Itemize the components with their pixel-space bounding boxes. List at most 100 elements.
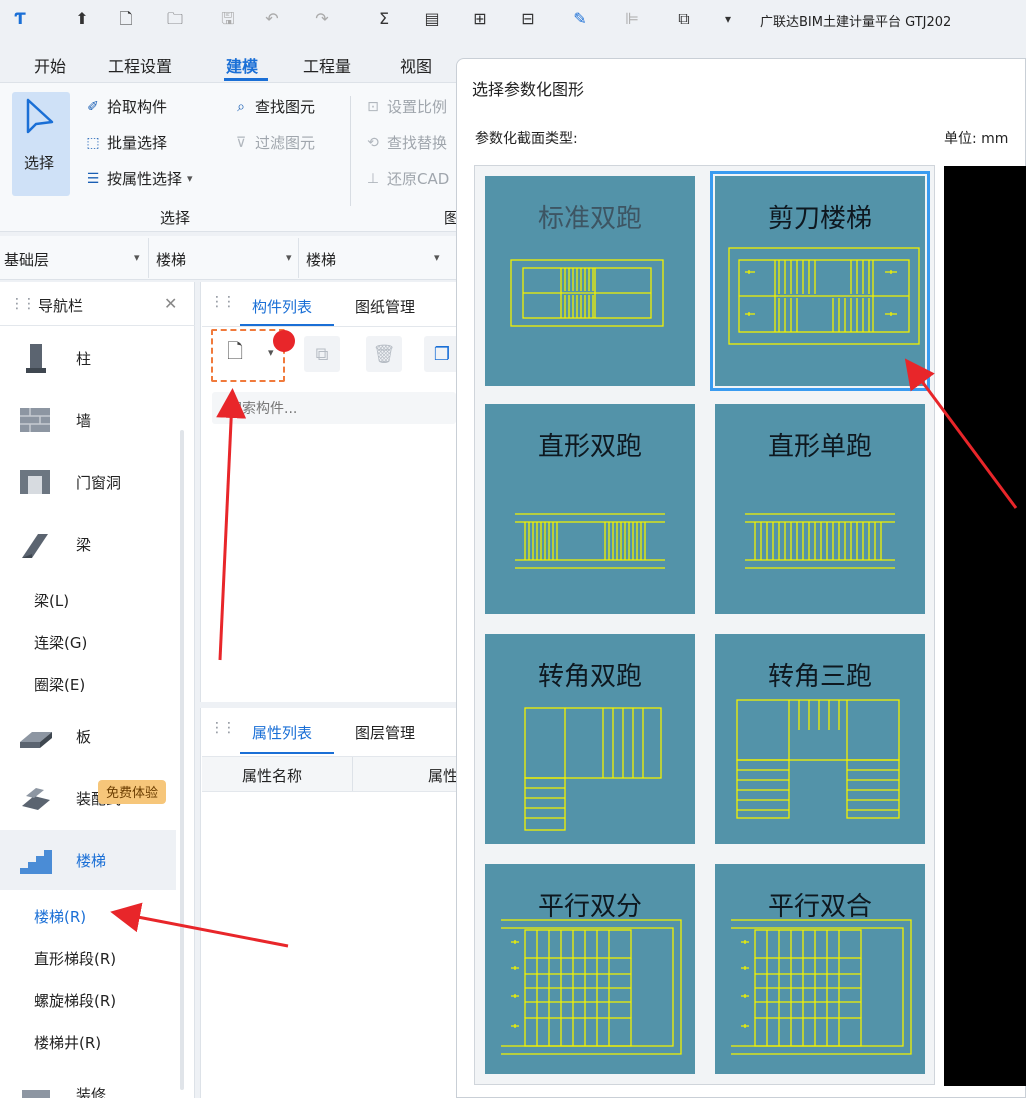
nav-scrollbar[interactable] bbox=[180, 430, 184, 1090]
open-folder-icon[interactable]: 🗀 bbox=[165, 9, 185, 29]
shape-card-straight-double[interactable]: 直形双跑 bbox=[485, 404, 695, 614]
delete-icon[interactable]: 🗑 bbox=[366, 336, 402, 372]
title-bar: Ƭ ⬆ 🗋 🗀 🖫 ↶ ↷ Σ ▤ ⊞ ⊟ ✎ ⊫ ⧉ ▾ 广联达BIM土建计量… bbox=[0, 0, 1026, 40]
table-icon[interactable]: ⊞ bbox=[470, 9, 490, 29]
pick-component-button[interactable]: ✐ 拾取构件 bbox=[84, 96, 167, 117]
nav-sub-stair-well[interactable]: 楼梯井(R) bbox=[34, 1032, 101, 1053]
shape-label: 直形单跑 bbox=[767, 432, 872, 462]
menu-modeling[interactable]: 建模 bbox=[226, 53, 258, 77]
shape-card-parallel-merge[interactable]: 平行双合 bbox=[715, 864, 925, 1074]
chevron-down-icon[interactable]: ▾ bbox=[286, 251, 292, 264]
save-icon[interactable]: 🖫 bbox=[218, 9, 238, 29]
nav-item-door-window[interactable]: 门窗洞 bbox=[0, 452, 176, 512]
layer-toolbar bbox=[0, 236, 460, 280]
active-tab-indicator bbox=[224, 78, 268, 81]
select-button-label: 选择 bbox=[24, 154, 55, 172]
batch-select-button[interactable]: ⬚ 批量选择 bbox=[84, 132, 167, 153]
find-replace-button[interactable]: ⟲ 查找替换 bbox=[364, 132, 447, 153]
column-header-name: 属性名称 bbox=[242, 767, 303, 785]
grid-search-icon[interactable]: ⊟ bbox=[518, 9, 538, 29]
drag-handle-icon[interactable]: ⋮⋮ bbox=[210, 294, 236, 310]
chevron-down-icon[interactable]: ▾ bbox=[434, 251, 440, 264]
close-icon[interactable]: ✕ bbox=[164, 294, 177, 313]
column-icon bbox=[26, 344, 46, 373]
prefab-icon bbox=[22, 788, 50, 810]
redo-icon[interactable]: ↷ bbox=[312, 9, 332, 29]
find-icon: ⌕ bbox=[237, 98, 245, 115]
tab-layer-management[interactable]: 图层管理 bbox=[355, 722, 415, 743]
ribbon-separator bbox=[350, 96, 351, 206]
shape-card-parallel-split[interactable]: 平行双分 bbox=[485, 864, 695, 1074]
navigation-title: 导航栏 bbox=[38, 297, 84, 315]
select-button[interactable] bbox=[12, 92, 70, 196]
nav-item-beam[interactable]: 梁 bbox=[0, 514, 176, 574]
shape-card-corner-triple[interactable]: 转角三跑 bbox=[715, 634, 925, 844]
stair-icon bbox=[20, 850, 52, 874]
chevron-down-icon[interactable]: ▾ bbox=[134, 251, 140, 264]
wall-icon bbox=[20, 408, 50, 432]
menu-project-settings[interactable]: 工程设置 bbox=[108, 53, 172, 77]
find-element-button[interactable]: ⌕ 查找图元 bbox=[232, 96, 315, 117]
tab-component-list[interactable]: 构件列表 bbox=[252, 296, 312, 317]
nav-sub-spiral-flight[interactable]: 螺旋梯段(R) bbox=[34, 990, 116, 1011]
copy-icon[interactable]: ⧉ bbox=[304, 336, 340, 372]
component-search-input[interactable]: 搜索构件... bbox=[212, 392, 456, 424]
new-file-icon[interactable]: 🗋 bbox=[116, 9, 136, 29]
shape-card-corner-double[interactable]: 转角双跑 bbox=[485, 634, 695, 844]
shape-card-straight-single[interactable]: 直形单跑 bbox=[715, 404, 925, 614]
nav-sub-beam-l[interactable]: 梁(L) bbox=[34, 590, 69, 611]
unit-label: 单位: mm bbox=[944, 131, 1009, 147]
layer-copy-icon[interactable]: ❐ bbox=[424, 336, 460, 372]
category-select[interactable]: 楼梯 bbox=[156, 249, 186, 270]
menu-start[interactable]: 开始 bbox=[34, 53, 66, 77]
drag-handle-icon[interactable]: ⋮⋮ bbox=[10, 296, 36, 312]
floor-select[interactable]: 基础层 bbox=[4, 249, 49, 270]
pick-icon: ✐ bbox=[87, 98, 99, 115]
tab-drawing-management[interactable]: 图纸管理 bbox=[355, 296, 415, 317]
nav-sub-straight-flight[interactable]: 直形梯段(R) bbox=[34, 948, 116, 969]
select-by-attribute-button[interactable]: ☰ 按属性选择 ▾ bbox=[84, 168, 193, 189]
sum-icon[interactable]: Σ bbox=[374, 9, 394, 29]
layout-icon[interactable]: ⊫ bbox=[622, 9, 642, 29]
nav-item-slab[interactable]: 板 bbox=[0, 706, 176, 766]
type-select[interactable]: 楼梯 bbox=[306, 249, 336, 270]
divider bbox=[352, 757, 353, 791]
filter-element-button[interactable]: ⊽ 过滤图元 bbox=[232, 132, 315, 153]
nav-item-stair[interactable]: 楼梯 bbox=[0, 830, 176, 890]
customize-dropdown-icon[interactable]: ▾ bbox=[718, 9, 738, 29]
upload-icon[interactable]: ⬆ bbox=[72, 9, 92, 29]
filter-icon: ⊽ bbox=[235, 134, 247, 151]
restore-cad-button[interactable]: ⊥ 还原CAD bbox=[364, 168, 449, 189]
nav-sub-coupling-beam[interactable]: 连梁(G) bbox=[34, 632, 87, 653]
nav-sub-ring-beam[interactable]: 圈梁(E) bbox=[34, 674, 85, 695]
beam-icon bbox=[22, 534, 48, 558]
nav-item-decoration[interactable]: 装修 bbox=[0, 1064, 176, 1098]
nav-sub-stair-r[interactable]: 楼梯(R) bbox=[34, 906, 86, 927]
app-logo-icon: Ƭ bbox=[14, 9, 26, 28]
shape-label: 平行双分 bbox=[537, 892, 642, 922]
app-title: 广联达BIM土建计量平台 GTJ202 bbox=[760, 15, 952, 30]
divider bbox=[298, 238, 299, 278]
shape-icon[interactable]: ⧉ bbox=[674, 9, 694, 29]
shape-card-standard-double[interactable]: 标准双跑 bbox=[485, 176, 695, 386]
shape-label: 剪刀楼梯 bbox=[767, 204, 872, 234]
property-table-header: 属性名称 属性 bbox=[202, 756, 460, 792]
menu-quantity[interactable]: 工程量 bbox=[303, 53, 351, 77]
undo-icon[interactable]: ↶ bbox=[262, 9, 282, 29]
nav-item-column[interactable]: 柱 bbox=[0, 328, 176, 388]
drag-handle-icon[interactable]: ⋮⋮ bbox=[210, 720, 236, 736]
report-icon[interactable]: ▤ bbox=[422, 9, 442, 29]
set-scale-button[interactable]: ⊡ 设置比例 bbox=[364, 96, 447, 117]
menu-view[interactable]: 视图 bbox=[400, 53, 432, 77]
shape-card-scissor-stair[interactable]: 剪刀楼梯 bbox=[710, 171, 930, 391]
free-trial-badge[interactable]: 免费体验 bbox=[98, 780, 167, 804]
shape-grid: 标准双跑 剪刀楼梯 直形双跑 直形单跑 转角双跑 转角三跑 平行双分 平行双合 bbox=[474, 165, 935, 1085]
door-window-icon bbox=[20, 470, 50, 494]
section-type-label: 参数化截面类型: bbox=[475, 131, 578, 147]
shape-preview bbox=[944, 166, 1026, 1086]
nav-item-wall[interactable]: 墙 bbox=[0, 390, 176, 450]
pen-icon[interactable]: ✎ bbox=[570, 9, 590, 29]
ribbon-group-label: 选择 bbox=[160, 209, 191, 227]
tab-property-list[interactable]: 属性列表 bbox=[252, 722, 312, 743]
divider bbox=[202, 326, 460, 327]
